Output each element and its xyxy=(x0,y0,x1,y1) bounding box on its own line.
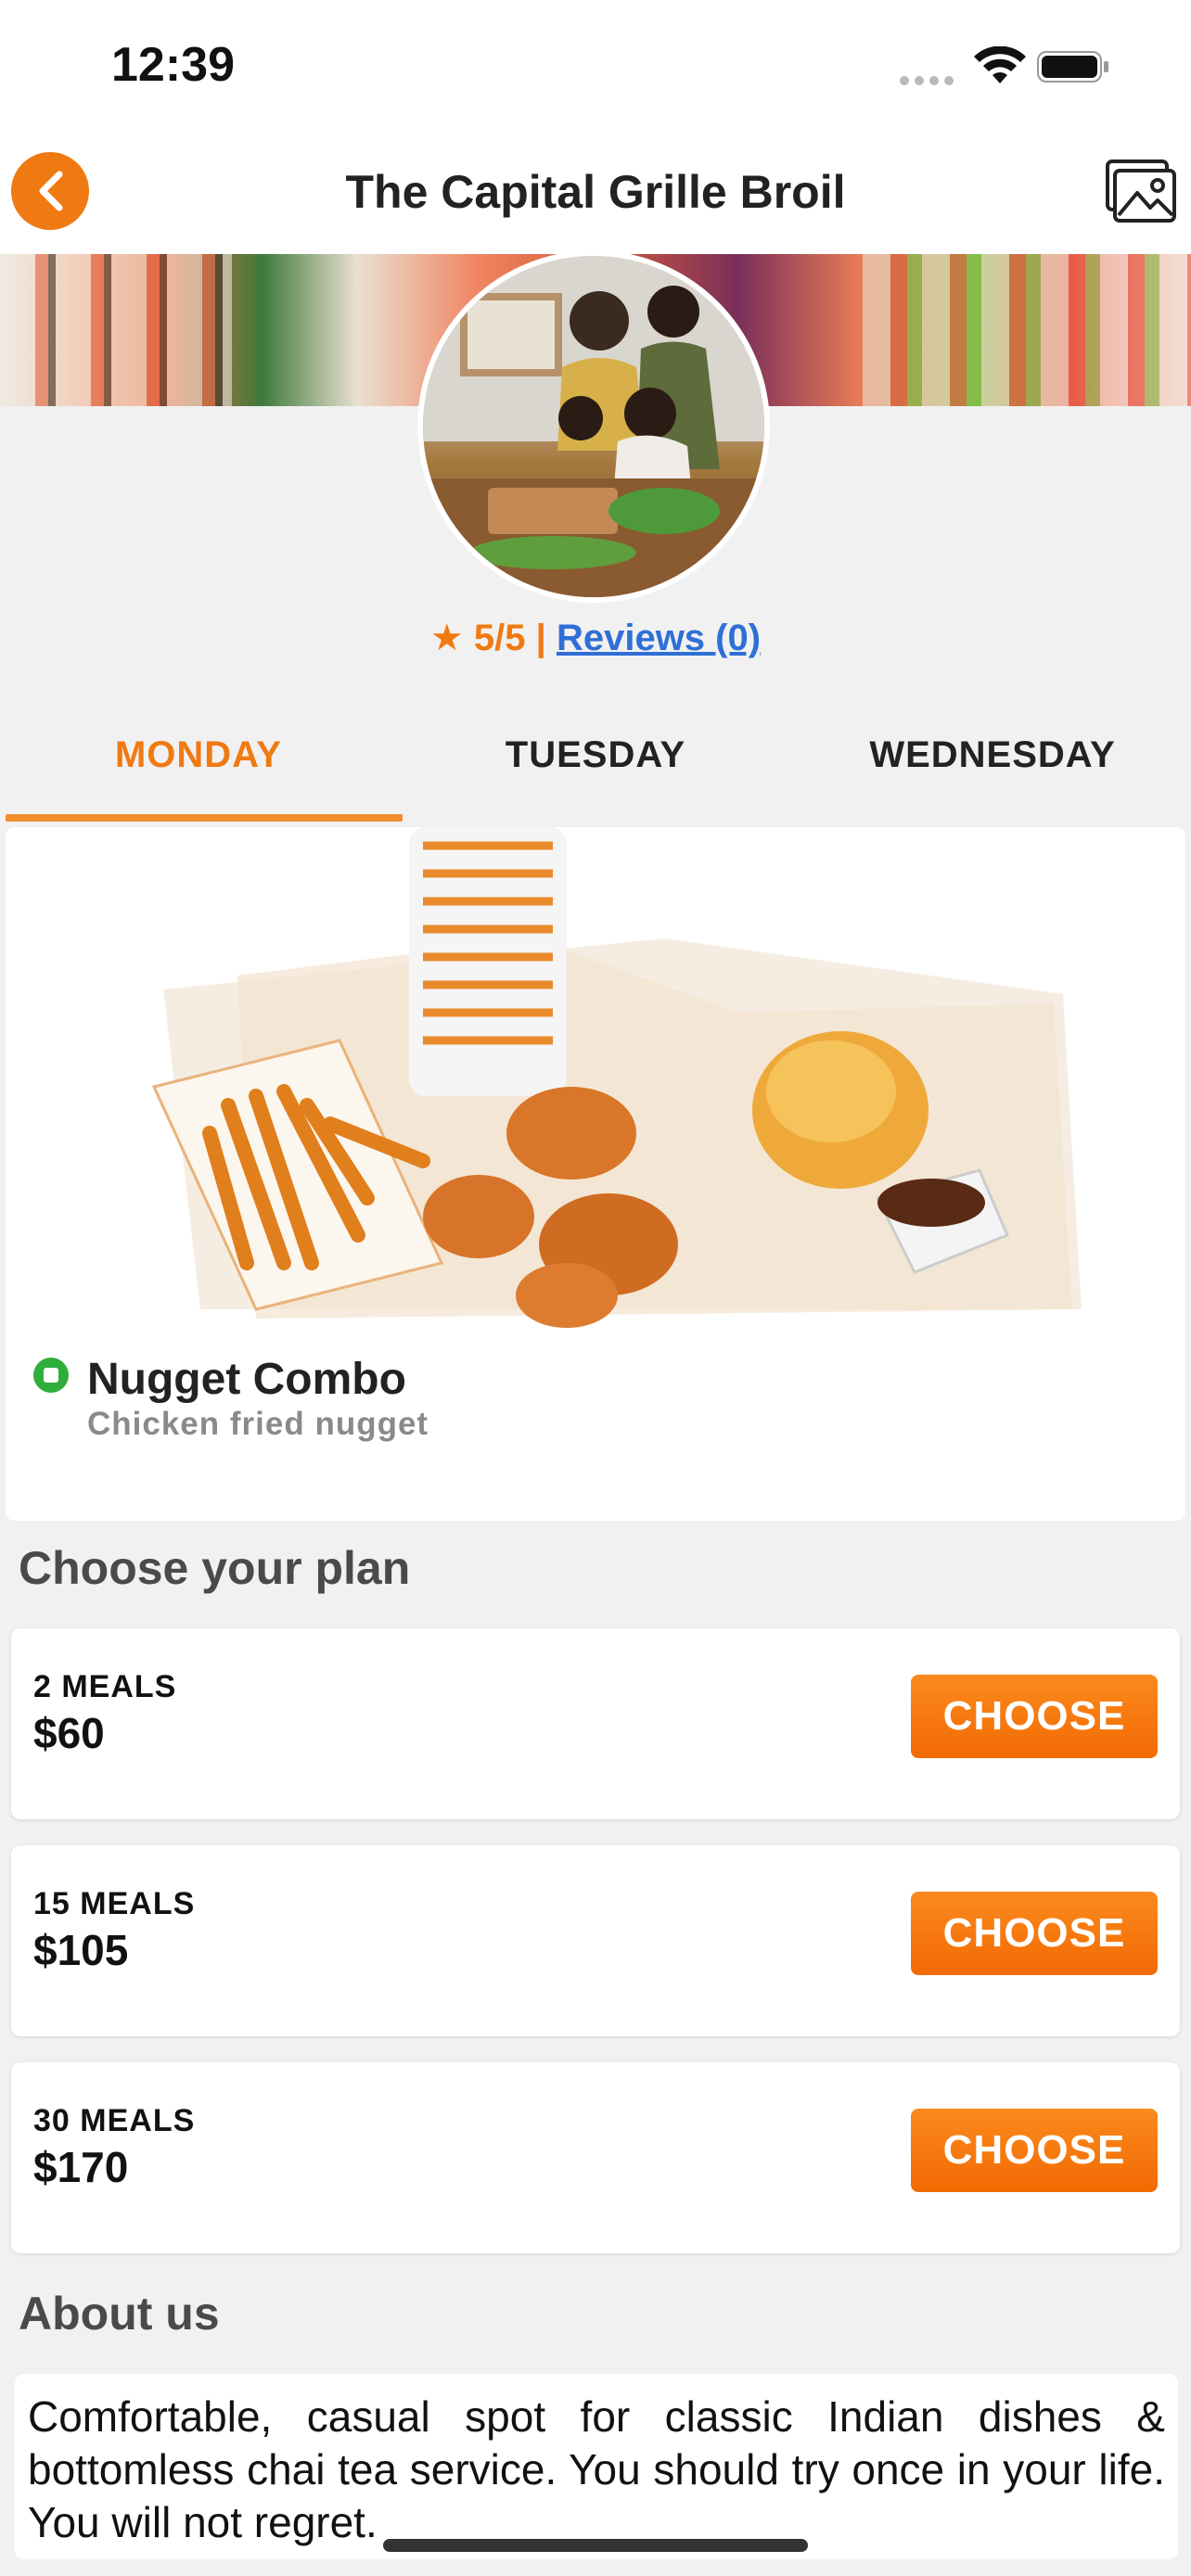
status-time: 12:39 xyxy=(111,38,235,92)
meal-name: Nugget Combo xyxy=(87,1355,406,1404)
plans-section-title: Choose your plan xyxy=(19,1542,411,1594)
plan-price: $170 xyxy=(33,2143,129,2191)
plan-price: $105 xyxy=(33,1926,129,1974)
tab-tuesday[interactable]: TUESDAY xyxy=(397,686,794,823)
choose-button[interactable]: CHOOSE xyxy=(911,1675,1158,1758)
veg-indicator-icon xyxy=(33,1358,69,1393)
meal-image xyxy=(151,827,1082,1328)
gallery-icon[interactable] xyxy=(1104,158,1178,224)
plan-card: 15 MEALS $105 CHOOSE xyxy=(11,1845,1180,2036)
day-tabs: MONDAY TUESDAY WEDNESDAY xyxy=(0,686,1191,823)
status-bar: 12:39 xyxy=(0,0,1191,130)
plan-card: 30 MEALS $170 CHOOSE xyxy=(11,2062,1180,2253)
about-card: Comfortable, casual spot for classic Ind… xyxy=(15,2374,1178,2559)
page-title: The Capital Grille Broil xyxy=(345,166,846,218)
rating-score: 5/5 | xyxy=(473,618,546,658)
plan-card: 2 MEALS $60 CHOOSE xyxy=(11,1628,1180,1819)
signal-icon xyxy=(900,76,957,85)
about-text: Comfortable, casual spot for classic Ind… xyxy=(28,2392,1165,2546)
reviews-link[interactable]: Reviews (0) xyxy=(557,618,761,658)
plan-meals: 30 MEALS xyxy=(33,2103,196,2138)
home-indicator xyxy=(383,2539,808,2552)
rating-row: ★ 5/5 | Reviews (0) xyxy=(0,617,1191,659)
tab-wednesday[interactable]: WEDNESDAY xyxy=(794,686,1191,823)
plan-meals: 2 MEALS xyxy=(33,1669,177,1704)
meal-description: Chicken fried nugget xyxy=(87,1406,429,1442)
nav-bar: The Capital Grille Broil xyxy=(0,130,1191,254)
plan-meals: 15 MEALS xyxy=(33,1886,196,1921)
choose-button[interactable]: CHOOSE xyxy=(911,2109,1158,2192)
battery-icon xyxy=(1037,51,1108,83)
choose-button[interactable]: CHOOSE xyxy=(911,1892,1158,1975)
plan-price: $60 xyxy=(33,1709,105,1757)
about-section-title: About us xyxy=(19,2288,220,2340)
active-tab-indicator xyxy=(6,814,403,822)
star-icon: ★ xyxy=(429,618,464,658)
meal-card[interactable]: Nugget Combo Chicken fried nugget xyxy=(6,827,1185,1521)
restaurant-avatar xyxy=(417,250,770,603)
tab-monday[interactable]: MONDAY xyxy=(0,686,397,823)
wifi-icon xyxy=(974,46,1026,83)
